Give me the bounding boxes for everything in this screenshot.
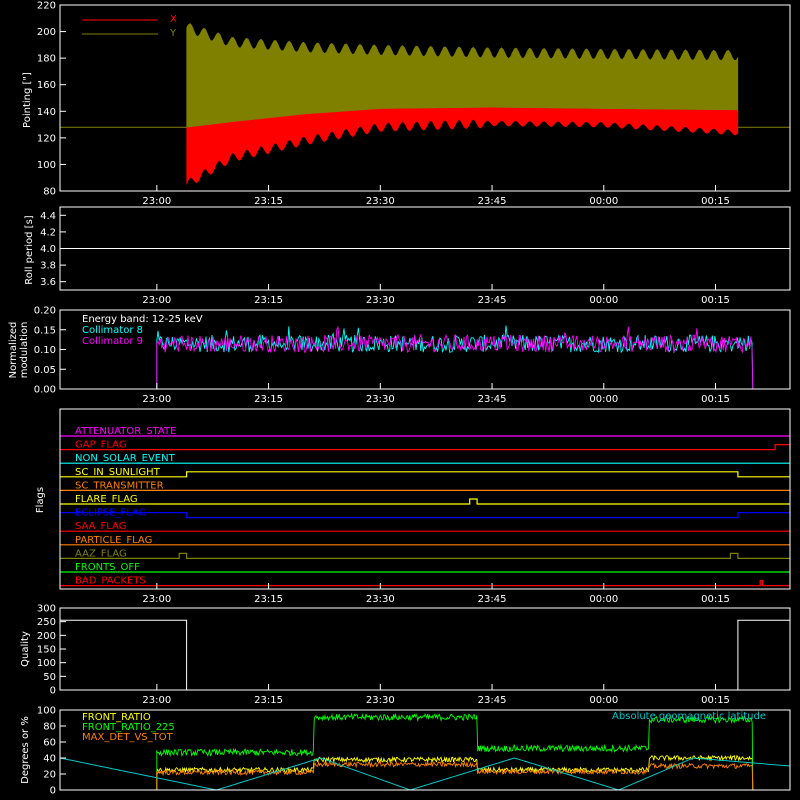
x-tick-label: 23:00 — [142, 295, 171, 306]
y-tick-label: 0 — [50, 786, 56, 797]
y-tick-label: 120 — [37, 133, 56, 144]
y-tick-label: 100 — [37, 160, 56, 171]
y-tick-label: 0.00 — [34, 385, 56, 396]
y-tick-label: 140 — [37, 107, 56, 118]
flag-label-bad-packets: BAD_PACKETS — [75, 576, 146, 587]
ratios-ylabel: Degrees or % — [20, 716, 31, 784]
x-tick-label: 00:00 — [589, 394, 618, 405]
legend-energy-band: Energy band: 12-25 keV — [82, 314, 203, 325]
x-tick-label: 00:15 — [701, 196, 730, 207]
x-tick-label: 23:30 — [366, 295, 395, 306]
flags-ylabel: Flags — [35, 487, 46, 513]
y-tick-label: 250 — [37, 617, 56, 628]
y-tick-label: 60 — [43, 738, 56, 749]
flag-label-particle-flag: PARTICLE_FLAG — [75, 535, 152, 546]
legend-collimator-8: Collimator 8 — [82, 325, 143, 336]
flag-label-saa-flag: SAA_FLAG — [75, 521, 126, 532]
x-tick-label: 00:15 — [701, 394, 730, 405]
flag-label-attenuator-state: ATTENUATOR_STATE — [75, 426, 176, 437]
y-tick-label: 0 — [50, 686, 56, 697]
x-tick-label: 23:15 — [254, 695, 283, 706]
legend-y-label: Y — [169, 28, 177, 39]
x-tick-label: 23:15 — [254, 594, 283, 605]
x-tick-label: 00:15 — [701, 695, 730, 706]
y-tick-label: 4.4 — [40, 211, 56, 222]
x-tick-label: 23:00 — [142, 394, 171, 405]
y-tick-label: 4.0 — [40, 244, 56, 255]
y-tick-label: 180 — [37, 54, 56, 65]
x-tick-label: 00:00 — [589, 295, 618, 306]
x-tick-label: 23:45 — [478, 695, 507, 706]
x-tick-label: 00:00 — [589, 594, 618, 605]
x-tick-label: 23:30 — [366, 594, 395, 605]
x-tick-label: 00:00 — [589, 695, 618, 706]
y-tick-label: 200 — [37, 27, 56, 38]
y-tick-label: 100 — [37, 706, 56, 717]
y-tick-label: 0.05 — [34, 365, 56, 376]
y-tick-label: 150 — [37, 645, 56, 656]
y-tick-label: 3.6 — [40, 277, 56, 288]
modulation-ylabel-line2: modulation — [19, 322, 30, 379]
pointing-ylabel: Pointing ["] — [22, 72, 33, 128]
legend-max-det-vs-tot: MAX_DET_VS_TOT — [82, 732, 174, 743]
x-tick-label: 00:15 — [701, 295, 730, 306]
x-tick-label: 23:30 — [366, 394, 395, 405]
modulation-ylabel-line1: Normalized — [8, 322, 19, 379]
y-tick-label: 0.20 — [34, 306, 56, 317]
y-tick-label: 40 — [43, 754, 56, 765]
y-tick-label: 200 — [37, 631, 56, 642]
y-tick-label: 80 — [43, 187, 56, 198]
flag-label-sc-in-sunlight: SC_IN_SUNLIGHT — [75, 467, 161, 478]
x-tick-label: 23:00 — [142, 695, 171, 706]
quality-ylabel: Quality — [20, 631, 31, 667]
x-tick-label: 23:00 — [142, 196, 171, 207]
flag-label-fronts-off: FRONTS_OFF — [75, 562, 140, 573]
y-tick-label: 4.2 — [40, 227, 56, 238]
rhessi-quicklook-figure: 80100120140160180200220 23:00 23:15 23:30 2… — [0, 0, 800, 800]
x-tick-label: 00:00 — [589, 196, 618, 207]
x-tick-label: 00:15 — [701, 594, 730, 605]
x-tick-label: 23:45 — [478, 594, 507, 605]
y-tick-label: 3.8 — [40, 261, 56, 272]
x-tick-label: 23:15 — [254, 295, 283, 306]
flag-label-non-solar-event: NON_SOLAR_EVENT — [75, 453, 176, 464]
x-tick-label: 23:30 — [366, 196, 395, 207]
y-tick-label: 80 — [43, 722, 56, 733]
flag-label-sc-transmitter: SC_TRANSMITTER — [75, 480, 164, 491]
y-tick-label: 0.15 — [34, 325, 56, 336]
x-tick-label: 23:15 — [254, 196, 283, 207]
roll-ylabel: Roll period [s] — [24, 215, 35, 284]
y-tick-label: 20 — [43, 770, 56, 781]
flag-label-flare-flag: FLARE_FLAG — [75, 494, 138, 505]
flag-label-aaz-flag: AAZ_FLAG — [75, 548, 127, 559]
x-tick-label: 23:00 — [142, 594, 171, 605]
x-tick-label: 23:45 — [478, 196, 507, 207]
y-tick-label: 50 — [43, 672, 56, 683]
y-tick-label: 300 — [37, 604, 56, 615]
x-tick-label: 23:15 — [254, 394, 283, 405]
y-tick-label: 220 — [37, 1, 56, 12]
legend-x-label: X — [170, 14, 177, 25]
x-tick-label: 23:30 — [366, 695, 395, 706]
legend-geomagnetic-latitude: Absolute geomagnetic latitude — [612, 711, 766, 722]
x-tick-label: 23:45 — [478, 295, 507, 306]
flag-label-gap-flag: GAP_FLAG — [75, 440, 127, 451]
y-tick-label: 0.10 — [34, 345, 56, 356]
legend-collimator-9: Collimator 9 — [82, 336, 143, 347]
y-tick-label: 160 — [37, 80, 56, 91]
y-tick-label: 100 — [37, 658, 56, 669]
x-tick-label: 23:45 — [478, 394, 507, 405]
